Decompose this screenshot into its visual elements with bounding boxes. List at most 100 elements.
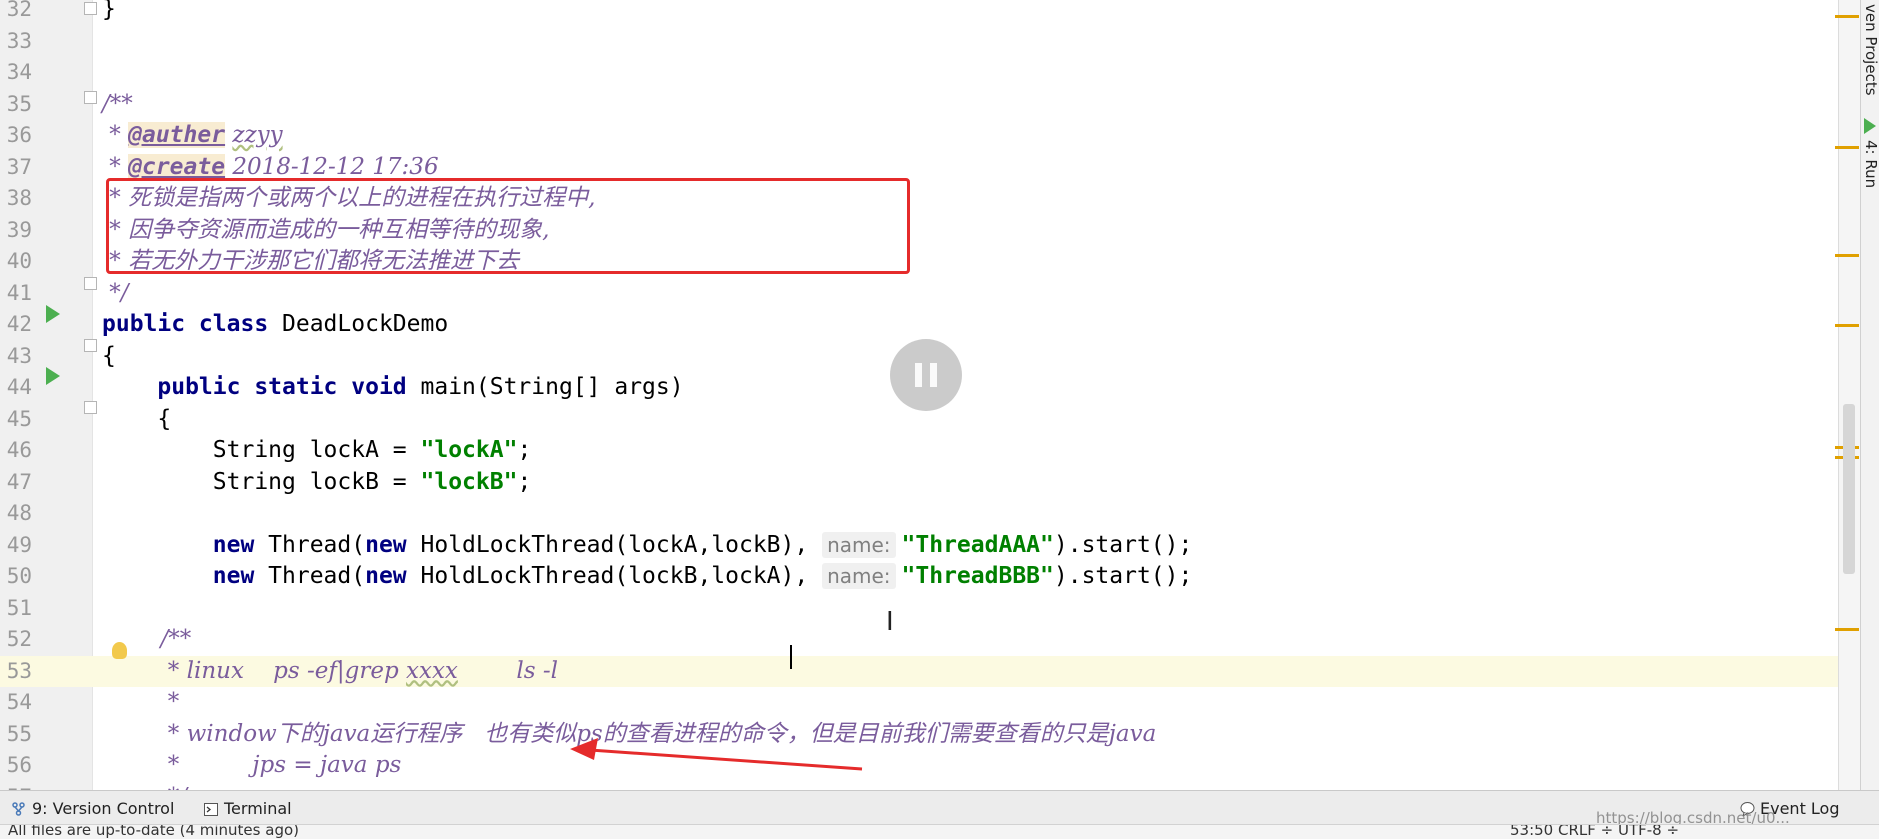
version-control-tab[interactable]: 9: Version Control bbox=[12, 799, 174, 818]
parameter-hint: name: bbox=[822, 563, 896, 589]
code-line-50[interactable]: 50 new Thread(new HoldLockThread(lockB,l… bbox=[0, 561, 1838, 592]
code-line-55[interactable]: 55 * window下的java运行程序 也有类似ps的查看进程的命令，但是目… bbox=[0, 719, 1838, 750]
code-token: * bbox=[102, 122, 129, 148]
code-token: } bbox=[102, 0, 116, 22]
code-line-56[interactable]: 56 * jps = java ps bbox=[0, 750, 1838, 781]
code-text[interactable]: { bbox=[102, 404, 171, 435]
version-control-label: 9: Version Control bbox=[32, 799, 175, 818]
code-line-34[interactable]: 34 bbox=[0, 57, 1838, 88]
annotation-arrow bbox=[570, 738, 863, 771]
code-text[interactable]: /** bbox=[102, 89, 133, 120]
line-number: 54 bbox=[6, 690, 32, 714]
error-stripe-mark[interactable] bbox=[1835, 254, 1859, 257]
intention-bulb-icon[interactable] bbox=[112, 642, 127, 659]
scrollbar-thumb[interactable] bbox=[1843, 404, 1855, 574]
code-text[interactable]: * linux ps -ef|grep xxxx ls -l bbox=[102, 656, 558, 687]
code-token: public class bbox=[102, 311, 283, 337]
code-token: String lockB = bbox=[102, 468, 421, 495]
code-text[interactable]: new Thread(new HoldLockThread(lockB,lock… bbox=[102, 561, 1192, 592]
fold-marker-32[interactable] bbox=[84, 2, 97, 15]
fold-marker-45[interactable] bbox=[84, 401, 97, 414]
code-line-57[interactable]: 57 */ bbox=[0, 782, 1838, 791]
code-token: zzyy bbox=[232, 122, 283, 148]
code-text[interactable]: * jps = java ps bbox=[102, 750, 402, 781]
code-token: main(String[] args) bbox=[420, 374, 684, 400]
code-token: DeadLockDemo bbox=[282, 311, 449, 337]
code-token: "lockB" bbox=[420, 468, 518, 495]
line-number: 35 bbox=[6, 91, 32, 116]
editor-scrollbar[interactable] bbox=[1838, 0, 1861, 790]
run-tab[interactable]: 4: Run bbox=[1862, 140, 1879, 188]
code-text[interactable]: } bbox=[102, 0, 116, 25]
line-number: 32 bbox=[6, 0, 32, 21]
code-line-52[interactable]: 52 /** bbox=[0, 624, 1838, 655]
maven-projects-tab[interactable]: ven Projects bbox=[1862, 4, 1879, 96]
code-line-41[interactable]: 41 */ bbox=[0, 278, 1838, 309]
code-line-36[interactable]: 36 * @auther zzyy bbox=[0, 120, 1838, 151]
code-line-42[interactable]: 42 public class DeadLockDemo bbox=[0, 309, 1838, 340]
code-line-47[interactable]: 47 String lockB = "lockB"; bbox=[0, 467, 1838, 498]
code-token: * jps = java ps bbox=[102, 752, 402, 778]
code-text[interactable]: * @auther zzyy bbox=[102, 120, 283, 151]
line-number: 56 bbox=[6, 753, 32, 777]
code-text[interactable]: { bbox=[102, 341, 116, 372]
line-number: 57 bbox=[0, 782, 32, 791]
code-token: public static void bbox=[157, 374, 421, 400]
code-token: * linux ps -ef|grep bbox=[102, 657, 407, 684]
branch-icon bbox=[12, 801, 25, 816]
status-message: All files are up-to-date (4 minutes ago) bbox=[8, 824, 299, 839]
code-text[interactable]: String lockB = "lockB"; bbox=[102, 467, 532, 498]
error-stripe-mark[interactable] bbox=[1835, 324, 1859, 327]
code-line-51[interactable]: 51 bbox=[0, 593, 1838, 624]
parameter-hint: name: bbox=[822, 531, 896, 558]
code-token: new bbox=[212, 531, 269, 558]
status-position-encoding[interactable]: 53:50 CRLF ÷ UTF-8 ÷ bbox=[1510, 825, 1679, 839]
code-text[interactable]: String lockA = "lockA"; bbox=[102, 435, 532, 466]
run-main-icon[interactable] bbox=[46, 367, 60, 385]
mouse-ibeam-cursor: I bbox=[886, 607, 894, 637]
code-editor[interactable]: 32} 33 34 35 /** 36 * @auther zzyy 37 * @creat… bbox=[0, 0, 1838, 790]
line-number: 50 bbox=[6, 564, 32, 588]
fold-marker-43[interactable] bbox=[84, 339, 97, 352]
code-line-53[interactable]: 53 * linux ps -ef|grep xxxx ls -l bbox=[0, 655, 1838, 687]
fold-marker-35[interactable] bbox=[84, 91, 97, 104]
code-token: @auther bbox=[128, 122, 226, 148]
code-token: ).start(); bbox=[1053, 531, 1193, 558]
line-number: 39 bbox=[6, 217, 32, 242]
video-pause-button[interactable] bbox=[890, 339, 962, 411]
line-number: 40 bbox=[6, 249, 32, 273]
line-number: 38 bbox=[6, 186, 32, 210]
code-line-33[interactable]: 33 bbox=[0, 26, 1838, 57]
code-token: "ThreadAAA" bbox=[901, 531, 1054, 558]
code-line-49[interactable]: 49 new Thread(new HoldLockThread(lockA,l… bbox=[0, 530, 1838, 561]
code-text[interactable]: * bbox=[102, 687, 180, 718]
terminal-tab[interactable]: Terminal bbox=[204, 799, 292, 818]
code-token: HoldLockThread(lockA,lockB), bbox=[420, 531, 823, 558]
error-stripe-mark[interactable] bbox=[1835, 146, 1859, 149]
code-token: String lockA = bbox=[102, 437, 421, 463]
code-line-46[interactable]: 46 String lockA = "lockA"; bbox=[0, 435, 1838, 466]
code-token: "ThreadBBB" bbox=[901, 563, 1054, 589]
code-text[interactable]: */ bbox=[102, 782, 187, 791]
line-number: 53 bbox=[6, 658, 32, 683]
code-text[interactable]: new Thread(new HoldLockThread(lockA,lock… bbox=[102, 530, 1192, 561]
code-line-32[interactable]: 32} bbox=[0, 0, 1838, 25]
fold-marker-41[interactable] bbox=[84, 277, 97, 290]
code-token: { bbox=[102, 405, 172, 432]
error-stripe-mark[interactable] bbox=[1835, 15, 1859, 18]
code-line-54[interactable]: 54 * bbox=[0, 687, 1838, 718]
line-number: 42 bbox=[6, 312, 32, 336]
code-text[interactable]: public class DeadLockDemo bbox=[102, 309, 448, 340]
code-line-48[interactable]: 48 bbox=[0, 498, 1838, 529]
run-tool-icon[interactable] bbox=[1864, 118, 1876, 134]
run-class-icon[interactable] bbox=[46, 305, 60, 323]
code-line-35[interactable]: 35 /** bbox=[0, 89, 1838, 120]
code-token: Thread( bbox=[268, 563, 366, 589]
code-token: { bbox=[102, 342, 116, 369]
code-text[interactable]: */ bbox=[102, 278, 128, 309]
line-number: 34 bbox=[6, 60, 32, 84]
error-stripe-mark[interactable] bbox=[1835, 628, 1859, 631]
code-text[interactable]: public static void main(String[] args) bbox=[102, 372, 684, 403]
code-token: xxxx bbox=[406, 657, 458, 684]
line-number: 48 bbox=[6, 501, 32, 525]
